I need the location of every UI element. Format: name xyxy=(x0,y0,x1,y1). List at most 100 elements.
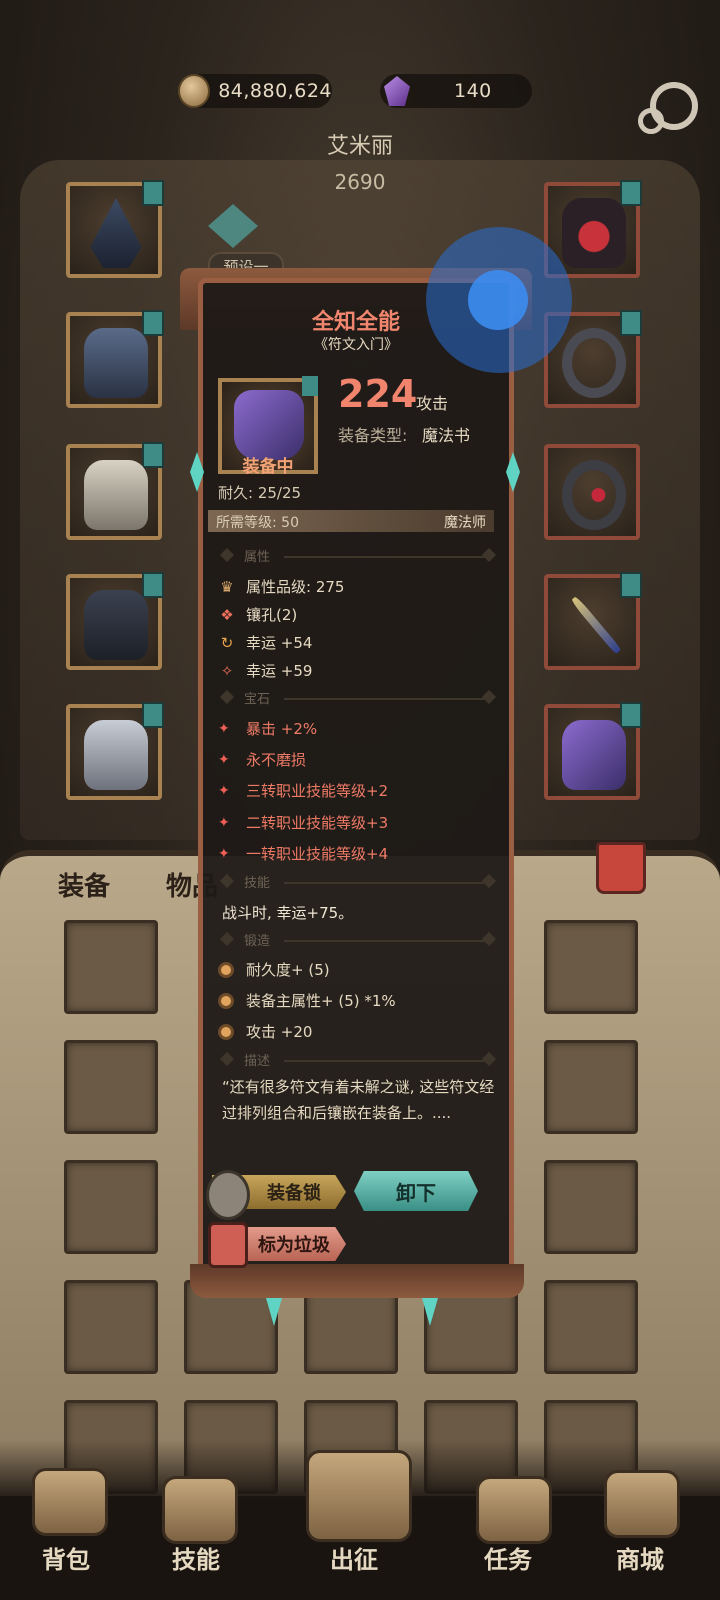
ruby-ring-icon xyxy=(562,460,626,530)
gold-coin-icon xyxy=(178,74,211,108)
ring-icon xyxy=(562,328,626,398)
unequip-button[interactable]: 卸下 xyxy=(354,1171,478,1211)
item-type-value: 魔法书 xyxy=(422,426,471,445)
skill-text: 战斗时, 幸运+75。 xyxy=(222,904,354,922)
required-class: 魔法师 xyxy=(444,515,486,531)
boots-icon xyxy=(84,720,148,790)
equipped-label: 装备中 xyxy=(242,457,294,477)
crown-icon: ♛ xyxy=(220,577,234,596)
quest-scroll-icon[interactable] xyxy=(476,1476,552,1544)
inventory-cell[interactable] xyxy=(64,1040,158,1134)
requirement-bar: 所需等级: 50 魔法师 xyxy=(208,510,494,532)
slot-tag-icon xyxy=(142,442,164,468)
slot-tag-icon xyxy=(142,702,164,728)
gem-amount: 140 xyxy=(454,80,492,102)
attribute-grade: ♛ 属性品级: 275 xyxy=(218,576,344,597)
nav-expedition[interactable]: 出征 xyxy=(304,1540,404,1575)
star-icon: ✦ xyxy=(218,845,230,862)
equip-slot-pants[interactable] xyxy=(66,572,164,670)
star-icon: ✦ xyxy=(218,720,230,737)
socket-icon: ❖ xyxy=(220,605,234,624)
star-icon: ✦ xyxy=(218,814,230,831)
star-icon: ✦ xyxy=(218,751,230,768)
inventory-cell[interactable] xyxy=(544,1280,638,1374)
touch-indicator-core xyxy=(468,270,528,330)
gem-bonus: ✦ 三转职业技能等级+2 xyxy=(218,782,389,800)
gem-icon xyxy=(384,76,410,106)
equip-slot-weapon[interactable] xyxy=(544,572,642,670)
amulet-icon xyxy=(562,198,626,268)
hood-icon xyxy=(90,198,142,268)
shop-crown-icon[interactable] xyxy=(604,1470,680,1538)
gem-bonus: ✦ 一转职业技能等级+4 xyxy=(218,845,389,863)
star-icon: ✦ xyxy=(218,782,230,799)
gem-bonus: ✦ 暴击 +2% xyxy=(218,720,318,738)
equip-slot-gloves[interactable] xyxy=(66,442,164,540)
slot-tag-icon xyxy=(620,180,642,206)
skill-scroll-icon[interactable] xyxy=(162,1476,238,1544)
attribute-sockets: ❖ 镶孔(2) xyxy=(218,604,297,625)
attack-label: 攻击 xyxy=(416,394,449,413)
equip-slot-offhand[interactable] xyxy=(544,702,642,800)
forge-dot-icon xyxy=(218,961,234,978)
inventory-cell[interactable] xyxy=(64,920,158,1014)
required-level: 所需等级: 50 xyxy=(216,515,299,531)
tab-equipment[interactable]: 装备 xyxy=(58,866,110,903)
equip-slot-helmet[interactable] xyxy=(66,180,164,278)
gem-bonus: ✦ 二转职业技能等级+3 xyxy=(218,814,389,832)
inventory-cell[interactable] xyxy=(544,1160,638,1254)
spellbook-icon xyxy=(562,720,626,790)
robe-icon xyxy=(84,328,148,398)
section-skill: 技能 xyxy=(218,873,497,891)
backpack-icon[interactable] xyxy=(32,1468,108,1536)
item-description: “还有很多符文有着未解之谜, 这些符文经过排列组合和后镶嵌在装备上。.... xyxy=(222,1078,495,1122)
section-attributes: 属性 xyxy=(218,547,497,565)
nav-quests[interactable]: 任务 xyxy=(458,1540,558,1575)
equip-slot-ring-2[interactable] xyxy=(544,444,640,540)
nav-skills[interactable]: 技能 xyxy=(146,1540,246,1575)
equip-slot-boots[interactable] xyxy=(66,702,164,800)
settings-small-gear-icon xyxy=(638,108,664,134)
pants-icon xyxy=(84,590,148,660)
trash-icon xyxy=(208,1222,248,1268)
hero-power: 2690 xyxy=(334,170,386,194)
nav-shop[interactable]: 商城 xyxy=(590,1540,690,1575)
section-description: 描述 xyxy=(218,1051,497,1069)
attack-value: 224 xyxy=(338,372,418,416)
nav-backpack[interactable]: 背包 xyxy=(16,1540,116,1575)
gauntlet-icon xyxy=(84,460,148,530)
tooltip-footer-frame xyxy=(190,1264,524,1298)
gem-bonus: ✦ 永不磨损 xyxy=(218,751,307,769)
forge-bonus: 攻击 +20 xyxy=(218,1021,312,1042)
attribute-luck-1: ↻ 幸运 +54 xyxy=(218,632,313,653)
inventory-cell[interactable] xyxy=(64,1160,158,1254)
forge-bonus: 装备主属性+ (5) *1% xyxy=(218,990,396,1011)
refresh-icon: ↻ xyxy=(220,633,234,652)
forge-dot-icon xyxy=(218,1023,234,1040)
spellbook-icon xyxy=(234,390,304,460)
slot-tag-icon xyxy=(142,572,164,598)
inventory-cell[interactable] xyxy=(544,920,638,1014)
section-gems: 宝石 xyxy=(218,689,497,707)
section-forge: 锻造 xyxy=(218,931,497,949)
hero-name: 艾米丽 xyxy=(326,134,393,159)
inventory-cell[interactable] xyxy=(544,1040,638,1134)
gold-amount: 84,880,624 xyxy=(218,80,332,102)
attribute-luck-2: ✧ 幸运 +59 xyxy=(218,660,313,681)
durability: 耐久: 25/25 xyxy=(218,484,302,502)
sparkle-icon: ✧ xyxy=(220,661,234,680)
gold-counter: 84,880,624 xyxy=(178,74,332,108)
expedition-map-icon[interactable] xyxy=(306,1450,412,1542)
slot-tag-icon xyxy=(620,310,642,336)
forge-bonus: 耐久度+ (5) xyxy=(218,959,330,980)
equip-slot-armor[interactable] xyxy=(66,310,164,408)
slot-tag-icon xyxy=(142,180,164,206)
staff-icon xyxy=(570,595,622,655)
forge-dot-icon xyxy=(218,992,234,1009)
slot-tag-icon xyxy=(620,572,642,598)
slot-tag-icon xyxy=(620,702,642,728)
inventory-cell[interactable] xyxy=(64,1280,158,1374)
item-type-label: 装备类型: xyxy=(338,426,408,445)
slot-tag-icon xyxy=(142,310,164,336)
trash-icon[interactable] xyxy=(596,842,646,894)
